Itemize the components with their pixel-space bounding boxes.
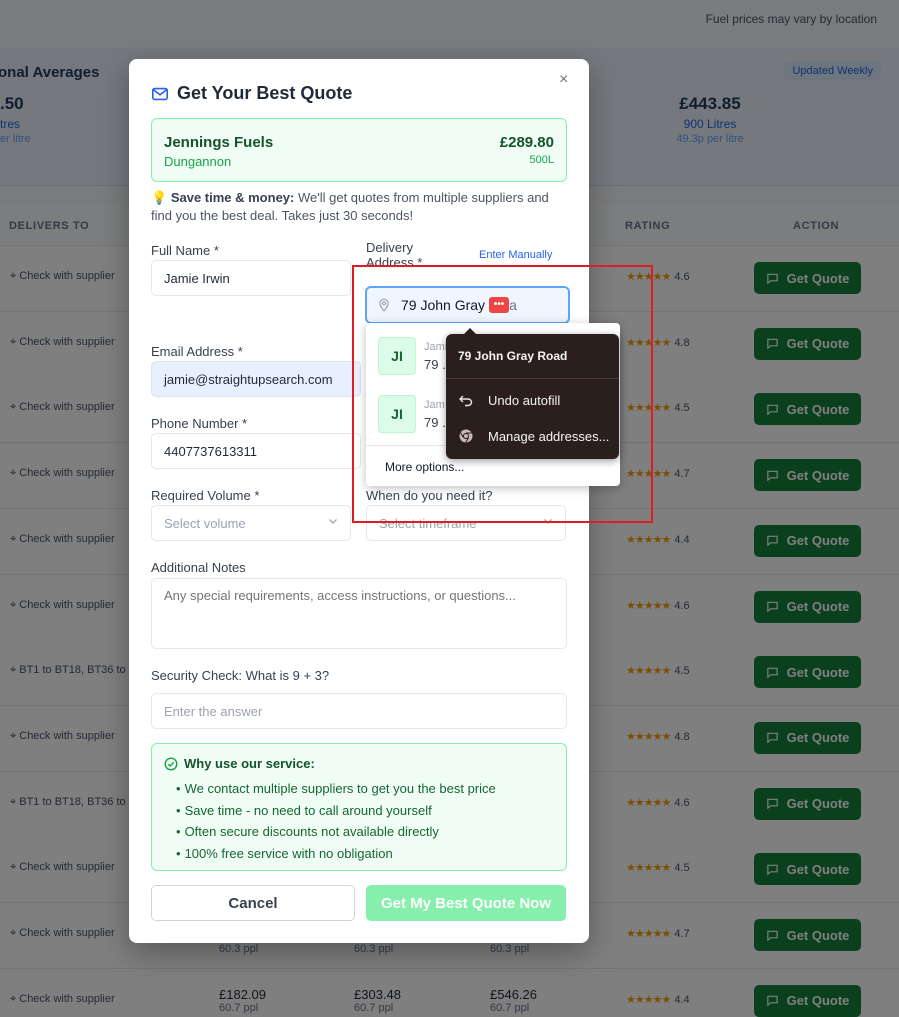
- supplier-name: Jennings Fuels: [164, 134, 274, 151]
- email-input[interactable]: jamie@straightupsearch.com: [151, 361, 361, 397]
- volume-select[interactable]: Select volume: [151, 505, 351, 541]
- chevron-down-icon: [329, 519, 337, 524]
- modal-title-text: Get Your Best Quote: [177, 83, 353, 103]
- security-input[interactable]: Enter the answer: [151, 693, 567, 729]
- annotation-highlight-box: [352, 265, 653, 523]
- full-name-label: Full Name *: [151, 243, 219, 258]
- lightbulb-icon: 💡: [151, 190, 168, 205]
- submit-quote-button[interactable]: Get My Best Quote Now: [366, 885, 566, 921]
- supplier-volume: 500L: [529, 154, 554, 166]
- check-circle-icon: [164, 756, 178, 771]
- phone-label: Phone Number *: [151, 416, 248, 431]
- list-item: We contact multiple suppliers to get you…: [185, 778, 496, 800]
- modal-title: Get Your Best Quote: [151, 83, 352, 104]
- cancel-button[interactable]: Cancel: [151, 885, 355, 921]
- notes-textarea[interactable]: [151, 578, 567, 649]
- selected-supplier-card: Jennings Fuels Dungannon £289.80 500L: [151, 118, 567, 182]
- full-name-input[interactable]: Jamie Irwin: [151, 260, 351, 296]
- save-time-tip: 💡 Save time & money: We'll get quotes fr…: [151, 189, 567, 225]
- supplier-price: £289.80: [499, 134, 554, 151]
- why-use-title: Why use our service:: [184, 756, 315, 771]
- list-item: Save time - no need to call around yours…: [185, 800, 496, 822]
- email-label: Email Address *: [151, 344, 243, 359]
- list-item: Often secure discounts not available dir…: [185, 821, 496, 843]
- volume-label: Required Volume *: [151, 488, 260, 503]
- list-item: 100% free service with no obligation: [185, 843, 496, 865]
- phone-input[interactable]: 4407737613311: [151, 433, 361, 469]
- why-use-panel: Why use our service: We contact multiple…: [151, 743, 567, 871]
- close-icon[interactable]: ×: [559, 71, 568, 89]
- enter-manually-link[interactable]: Enter Manually: [479, 249, 552, 261]
- tip-bold: Save time & money:: [170, 190, 295, 205]
- supplier-location: Dungannon: [164, 154, 232, 169]
- delivery-address-label-line1: Delivery: [366, 240, 413, 255]
- why-use-heading: Why use our service:: [164, 756, 315, 771]
- volume-placeholder: Select volume: [164, 515, 246, 531]
- why-use-list: We contact multiple suppliers to get you…: [185, 778, 496, 865]
- mail-icon: [151, 87, 169, 100]
- security-label: Security Check: What is 9 + 3?: [151, 668, 330, 683]
- notes-label: Additional Notes: [151, 560, 246, 575]
